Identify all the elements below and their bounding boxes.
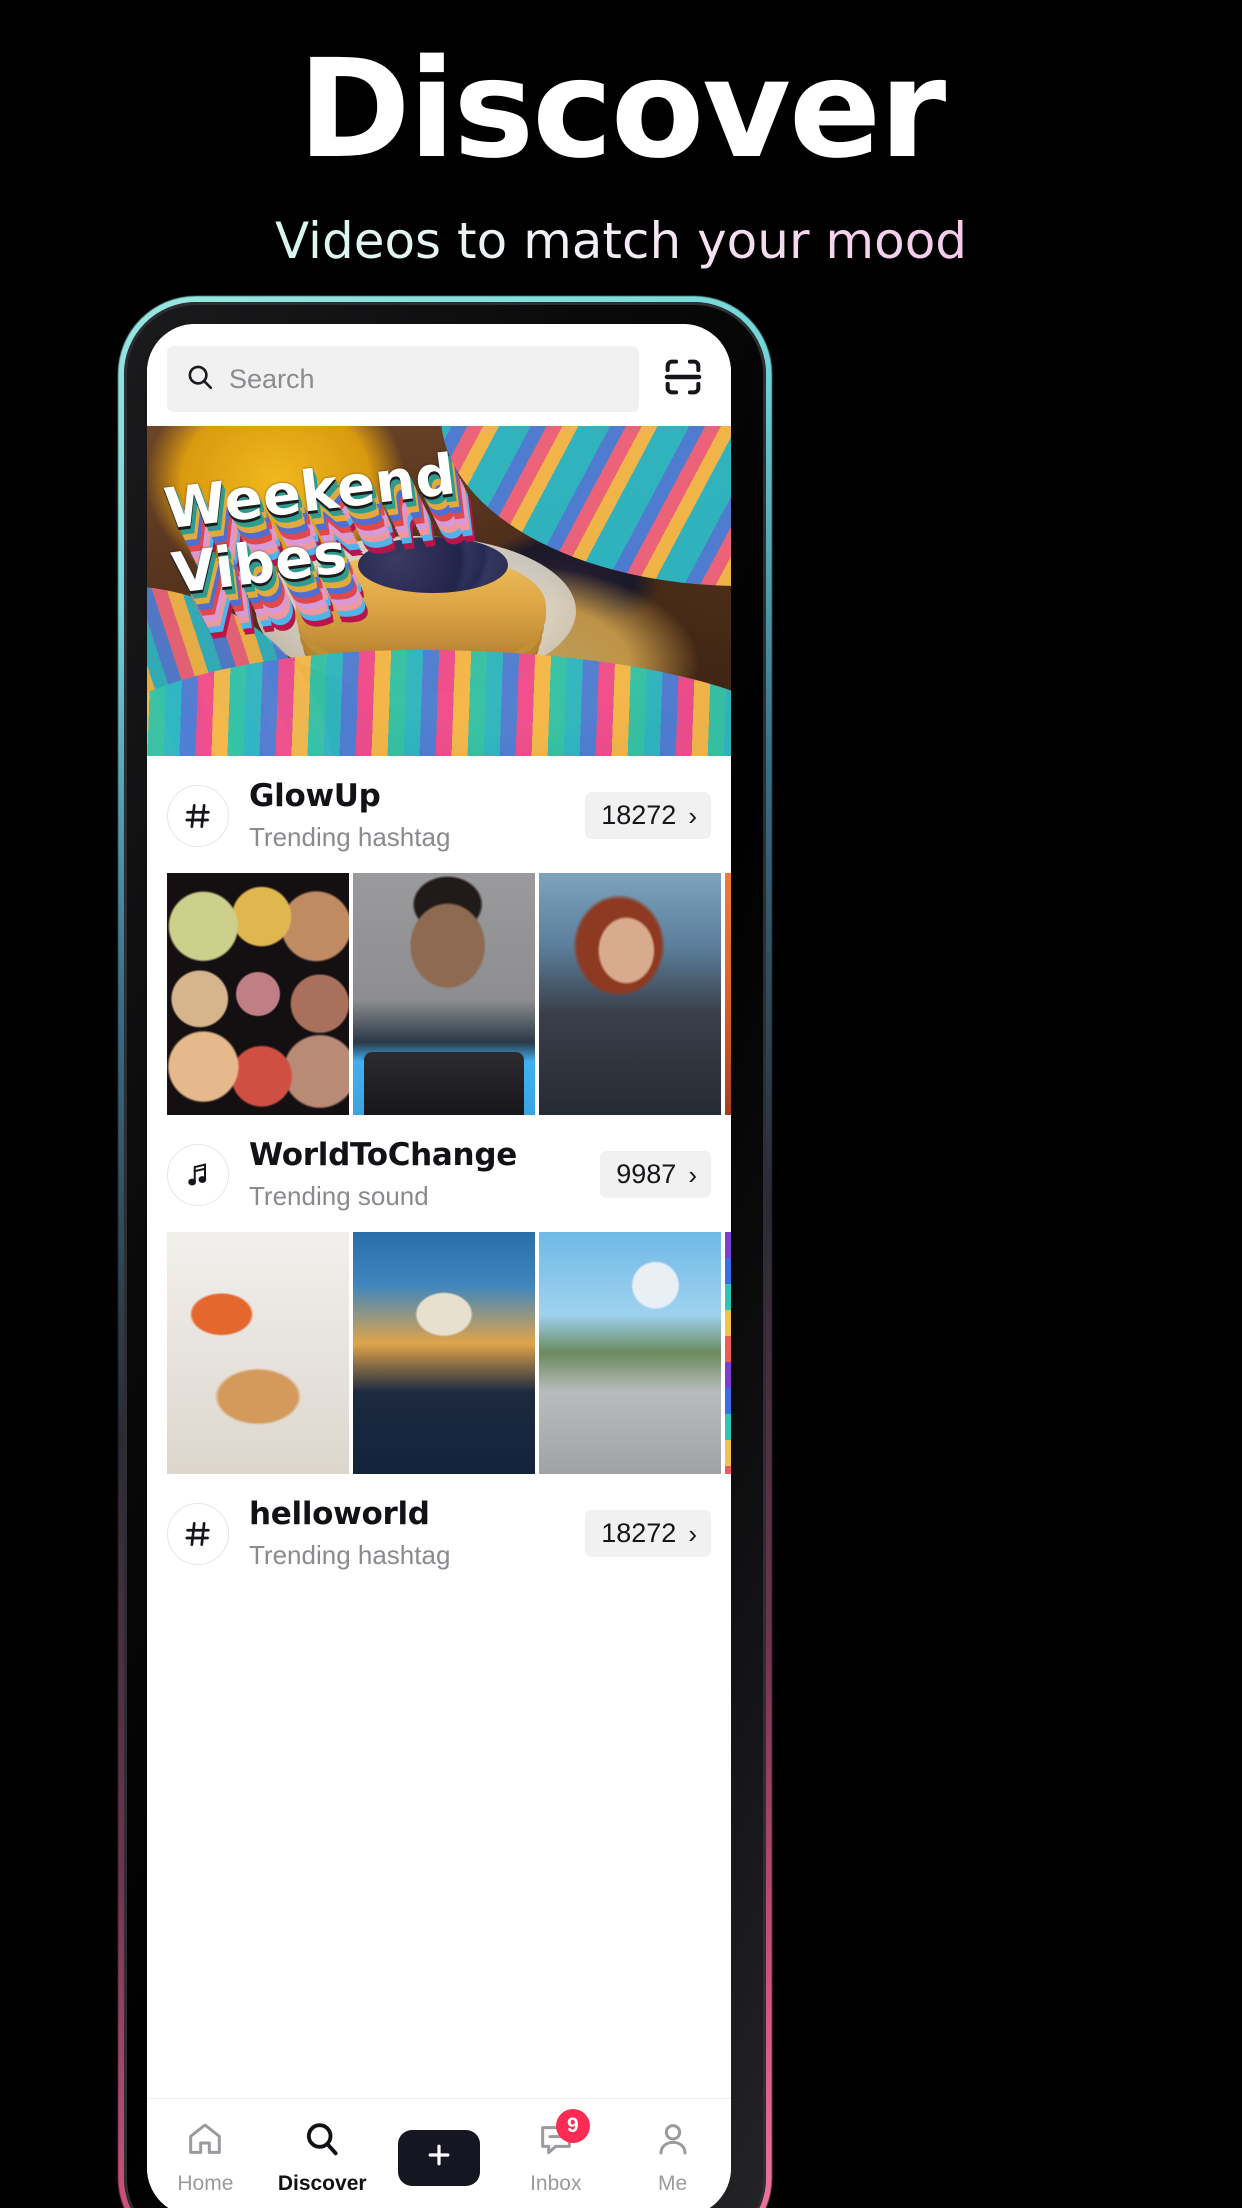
section-text: GlowUp Trending hashtag bbox=[249, 778, 565, 853]
phone-mockup: Search Weekend Vibes GlowUp Trending has… bbox=[118, 296, 772, 2208]
section-title: GlowUp bbox=[249, 778, 381, 814]
section-header-glowup[interactable]: GlowUp Trending hashtag 18272 › bbox=[147, 756, 731, 873]
section-header-helloworld[interactable]: helloworld Trending hashtag 18272 › bbox=[147, 1474, 731, 1591]
section-count-value: 18272 bbox=[601, 1518, 677, 1548]
thumbnail-item[interactable] bbox=[725, 873, 731, 1115]
promo-header: Discover Videos to match your mood bbox=[0, 0, 1242, 270]
nav-item-discover[interactable]: Discover bbox=[264, 2119, 381, 2196]
plus-icon bbox=[423, 2139, 455, 2176]
music-note-icon bbox=[167, 1143, 229, 1206]
search-icon bbox=[185, 362, 215, 397]
thumbnail-item[interactable] bbox=[167, 1232, 349, 1474]
nav-item-home[interactable]: Home bbox=[147, 2119, 264, 2196]
scan-icon bbox=[660, 354, 706, 405]
nav-item-create[interactable] bbox=[381, 2129, 498, 2186]
thumbnail-item[interactable] bbox=[539, 1232, 721, 1474]
section-count-value: 9987 bbox=[616, 1159, 677, 1189]
nav-label: Discover bbox=[277, 2172, 367, 2195]
chevron-right-icon: › bbox=[688, 1159, 697, 1190]
search-input[interactable]: Search bbox=[167, 346, 639, 412]
section-title: WorldToChange bbox=[249, 1137, 517, 1173]
featured-banner[interactable]: Weekend Vibes bbox=[147, 426, 731, 756]
section-text: WorldToChange Trending sound bbox=[249, 1137, 580, 1212]
scan-button[interactable] bbox=[655, 351, 711, 407]
thumbnail-item[interactable] bbox=[725, 1232, 731, 1474]
promo-screenshot: Discover Videos to match your mood Searc… bbox=[0, 0, 1242, 2208]
section-subtitle: Trending hashtag bbox=[249, 822, 451, 852]
section-text: helloworld Trending hashtag bbox=[249, 1496, 565, 1571]
thumbnail-item[interactable] bbox=[539, 873, 721, 1115]
search-bar: Search bbox=[147, 324, 731, 426]
thumbnail-item[interactable] bbox=[353, 873, 535, 1115]
phone-screen: Search Weekend Vibes GlowUp Trending has… bbox=[147, 324, 731, 2208]
section-count-badge[interactable]: 18272 › bbox=[585, 1510, 711, 1557]
promo-subtitle: Videos to match your mood bbox=[0, 212, 1242, 270]
inbox-badge: 9 bbox=[555, 2109, 590, 2143]
create-button[interactable] bbox=[391, 2129, 486, 2186]
nav-label: Inbox bbox=[530, 2172, 582, 2195]
hashtag-icon bbox=[167, 784, 229, 847]
bottom-navigation: Home Discover 9 Inbox Me bbox=[147, 2098, 731, 2208]
chevron-right-icon: › bbox=[688, 800, 697, 831]
section-count-badge[interactable]: 9987 › bbox=[600, 1151, 711, 1198]
search-placeholder-text: Search bbox=[229, 363, 315, 394]
nav-label: Me bbox=[657, 2172, 688, 2195]
thumbnail-item[interactable] bbox=[167, 873, 349, 1115]
page-title: Discover bbox=[297, 31, 946, 189]
thumbnail-strip-glowup[interactable] bbox=[147, 873, 731, 1115]
section-title: helloworld bbox=[249, 1496, 430, 1532]
nav-item-inbox[interactable]: 9 Inbox bbox=[497, 2109, 614, 2196]
chevron-right-icon: › bbox=[688, 1518, 697, 1549]
section-subtitle: Trending hashtag bbox=[249, 1540, 451, 1570]
thumbnail-item[interactable] bbox=[353, 1232, 535, 1474]
thumbnail-strip-worldtochange[interactable] bbox=[147, 1232, 731, 1474]
hashtag-icon bbox=[167, 1502, 229, 1565]
section-count-badge[interactable]: 18272 › bbox=[585, 792, 711, 839]
nav-label: Home bbox=[177, 2172, 234, 2195]
section-count-value: 18272 bbox=[601, 800, 677, 830]
person-icon bbox=[653, 2119, 693, 2164]
section-header-worldtochange[interactable]: WorldToChange Trending sound 9987 › bbox=[147, 1115, 731, 1232]
home-icon bbox=[185, 2119, 225, 2164]
nav-item-me[interactable]: Me bbox=[614, 2119, 731, 2196]
section-subtitle: Trending sound bbox=[249, 1181, 429, 1211]
search-icon bbox=[302, 2119, 342, 2164]
